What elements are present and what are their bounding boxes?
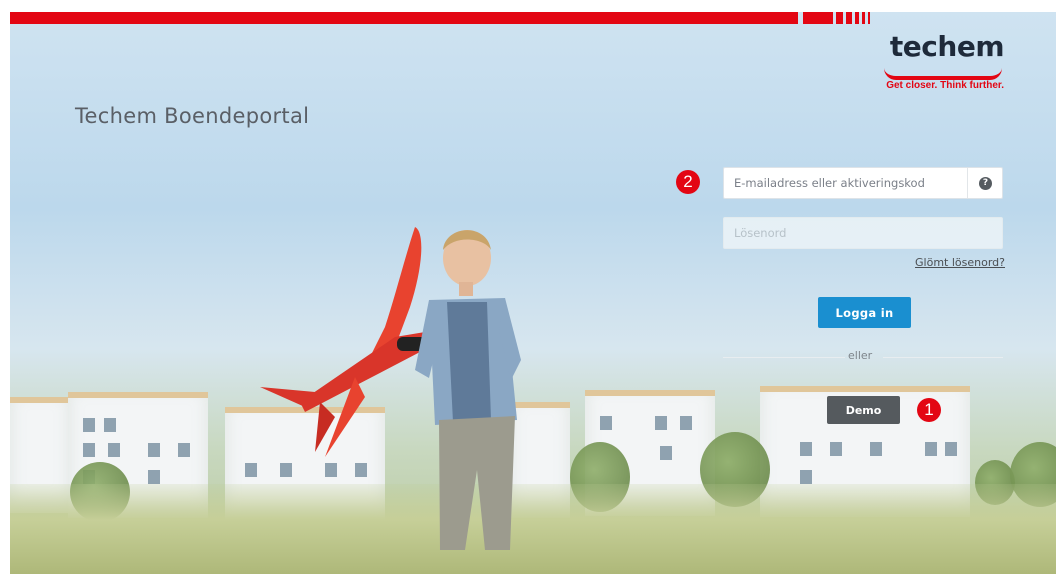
annotation-marker-1: 1 — [917, 398, 941, 422]
email-input[interactable] — [724, 168, 970, 198]
page-title: Techem Boendeportal — [75, 104, 310, 128]
brand-bar — [10, 12, 798, 24]
brand-bar-stripe — [836, 12, 843, 24]
forgot-password-link[interactable]: Glömt lösenord? — [915, 256, 1005, 269]
logo-wordmark: techem — [889, 30, 1005, 63]
login-button[interactable]: Logga in — [818, 297, 911, 328]
divider-line-right — [883, 357, 1003, 358]
brand-bar-stripe — [855, 12, 859, 24]
question-icon: ? — [979, 177, 992, 190]
password-field[interactable] — [723, 217, 1003, 249]
login-page: techem Get closer. Think further. Techem… — [10, 12, 1056, 574]
help-button[interactable]: ? — [967, 168, 1002, 198]
password-input[interactable] — [724, 218, 1002, 248]
divider-label: eller — [848, 349, 873, 362]
divider-line-left — [723, 357, 845, 358]
brand-bar-stripe — [868, 12, 870, 24]
boy-illustration — [415, 230, 521, 550]
techem-logo: techem Get closer. Think further. — [884, 30, 1005, 91]
logo-swoosh — [884, 68, 1002, 80]
brand-bar-stripe — [846, 12, 852, 24]
brand-bar-stripe — [862, 12, 865, 24]
email-field[interactable]: ? — [723, 167, 1003, 199]
logo-tagline: Get closer. Think further. — [886, 80, 1004, 91]
demo-button[interactable]: Demo — [827, 396, 900, 424]
annotation-marker-2: 2 — [676, 170, 700, 194]
brand-bar-stripe — [803, 12, 833, 24]
